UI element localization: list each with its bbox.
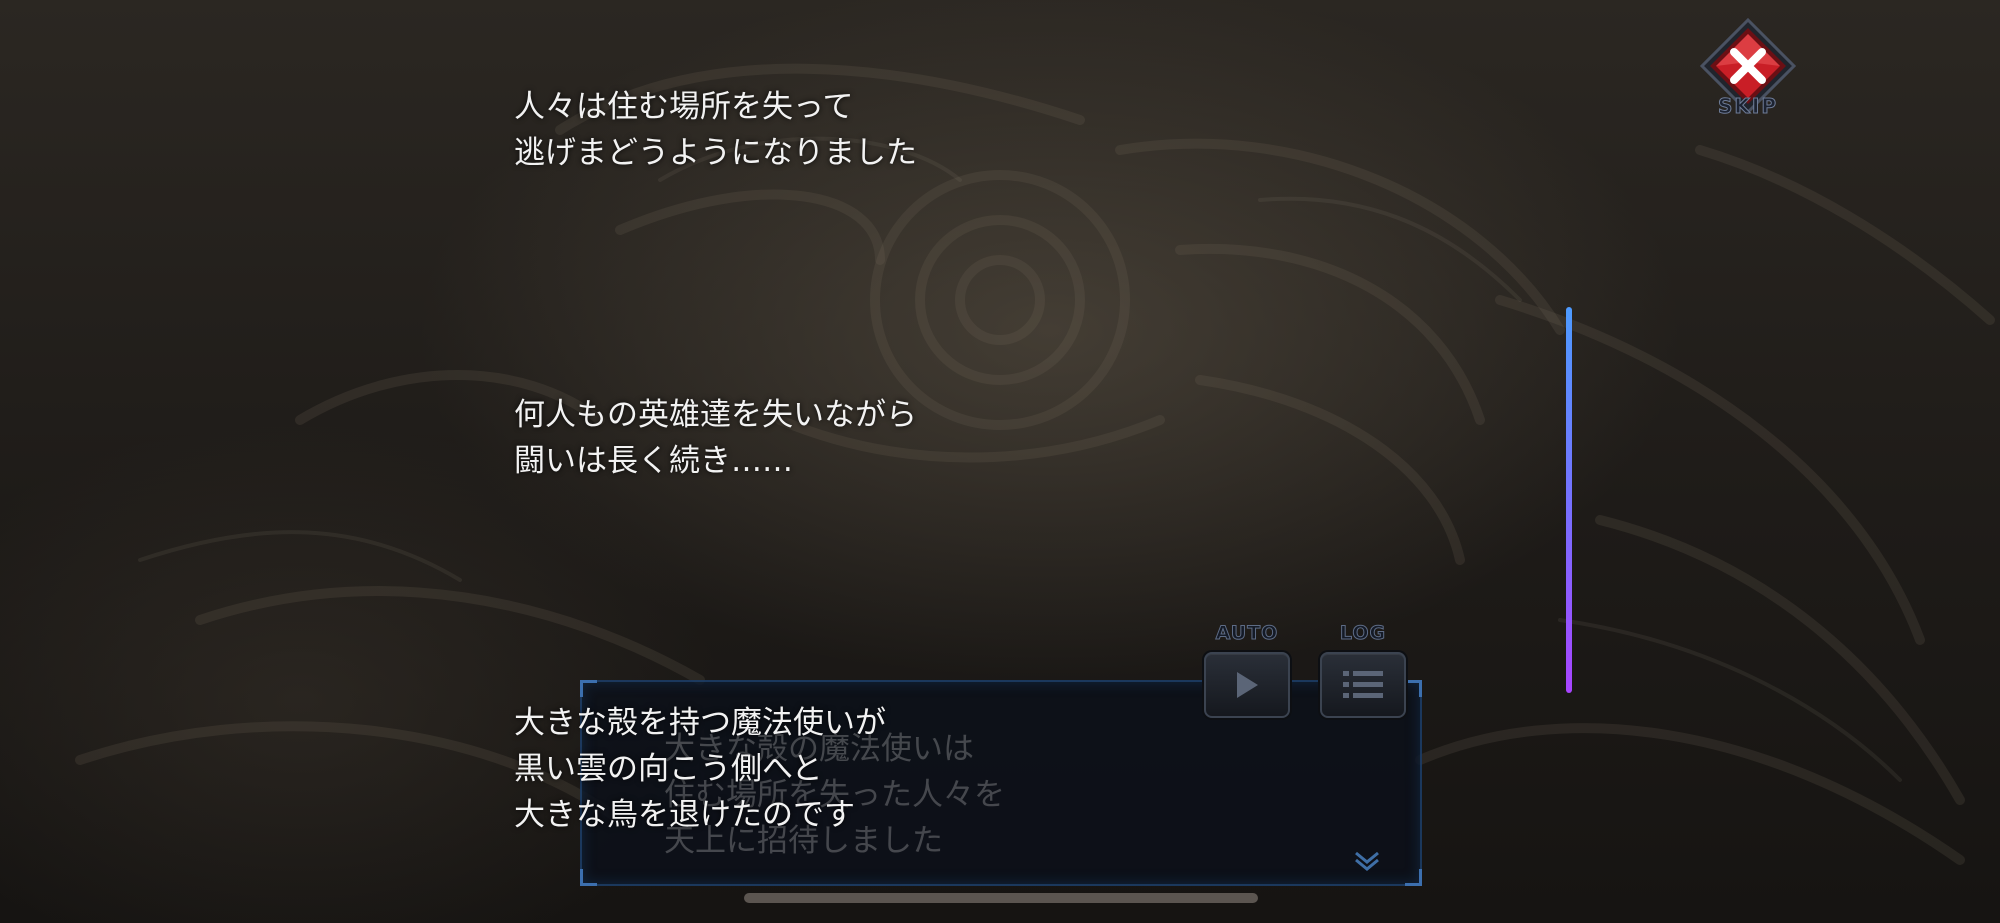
list-icon [1343,671,1383,698]
frame-corner [580,869,597,886]
narration-line: 逃げまどうようになりました [514,135,917,171]
narration-block-1: 人々は住む場所を失って 逃げまどうようになりました [514,84,917,176]
play-icon [1237,672,1258,698]
log-button[interactable]: LOG [1318,620,1408,718]
skip-button[interactable]: SKIP [1699,17,1797,122]
auto-button[interactable]: AUTO [1202,620,1292,718]
narration-line: 何人もの英雄達を失いながら [514,397,917,433]
story-progress-bar [1566,307,1572,693]
narration-line: 人々は住む場所を失って [514,89,854,125]
narration-line: 大きな鳥を退けたのです [514,797,855,833]
skip-label: SKIP [1717,94,1778,119]
narration-line: 闘いは長く続き…… [514,443,793,479]
auto-button-face[interactable] [1204,652,1290,718]
narration-line: 大きな殻を持つ魔法使いが [514,705,886,741]
narration-line: 黒い雲の向こう側へと [514,751,823,787]
auto-label: AUTO [1215,622,1279,645]
log-label: LOG [1339,622,1387,645]
home-indicator[interactable] [744,893,1258,903]
chevron-double-down-icon[interactable] [1352,850,1382,872]
log-button-face[interactable] [1320,652,1406,718]
frame-corner [580,680,597,697]
narration-block-2: 何人もの英雄達を失いながら 闘いは長く続き…… [514,392,917,484]
frame-corner [1405,869,1422,886]
narration-block-3: 大きな殻を持つ魔法使いが 黒い雲の向こう側へと 大きな鳥を退けたのです [514,700,886,838]
